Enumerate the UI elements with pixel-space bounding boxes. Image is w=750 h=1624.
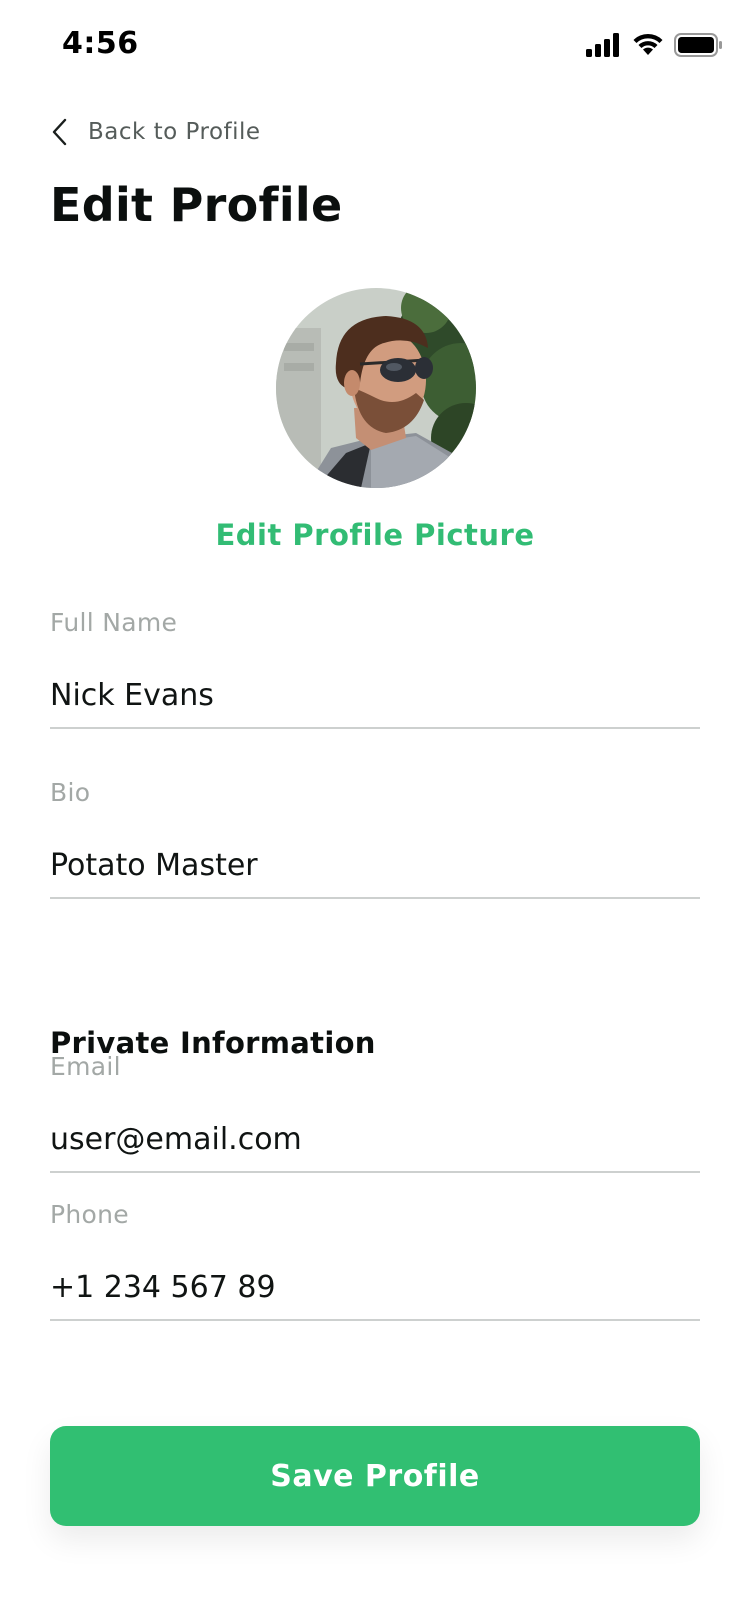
page-title: Edit Profile <box>50 178 343 232</box>
avatar[interactable] <box>276 288 476 488</box>
wifi-icon <box>633 33 663 55</box>
email-input[interactable] <box>50 1122 700 1173</box>
phone-field: Phone <box>50 1200 700 1321</box>
phone-label: Phone <box>50 1200 129 1229</box>
phone-input[interactable] <box>50 1270 700 1321</box>
bio-field: Bio <box>50 778 700 899</box>
edit-profile-picture-link[interactable]: Edit Profile Picture <box>0 518 750 552</box>
status-time: 4:56 <box>62 26 139 61</box>
signal-icon <box>586 33 619 57</box>
bio-label: Bio <box>50 778 91 807</box>
back-label: Back to Profile <box>88 119 261 145</box>
full-name-field: Full Name <box>50 608 700 729</box>
full-name-label: Full Name <box>50 608 178 637</box>
battery-icon <box>674 33 722 57</box>
bio-input[interactable] <box>50 848 700 899</box>
chevron-left-icon <box>52 118 67 146</box>
email-label: Email <box>50 1052 121 1081</box>
status-icons <box>586 30 722 60</box>
status-bar: 4:56 <box>0 0 750 90</box>
full-name-input[interactable] <box>50 678 700 729</box>
email-field: Email <box>50 1052 700 1173</box>
save-profile-button[interactable]: Save Profile <box>50 1426 700 1526</box>
back-to-profile-link[interactable]: Back to Profile <box>50 112 261 152</box>
